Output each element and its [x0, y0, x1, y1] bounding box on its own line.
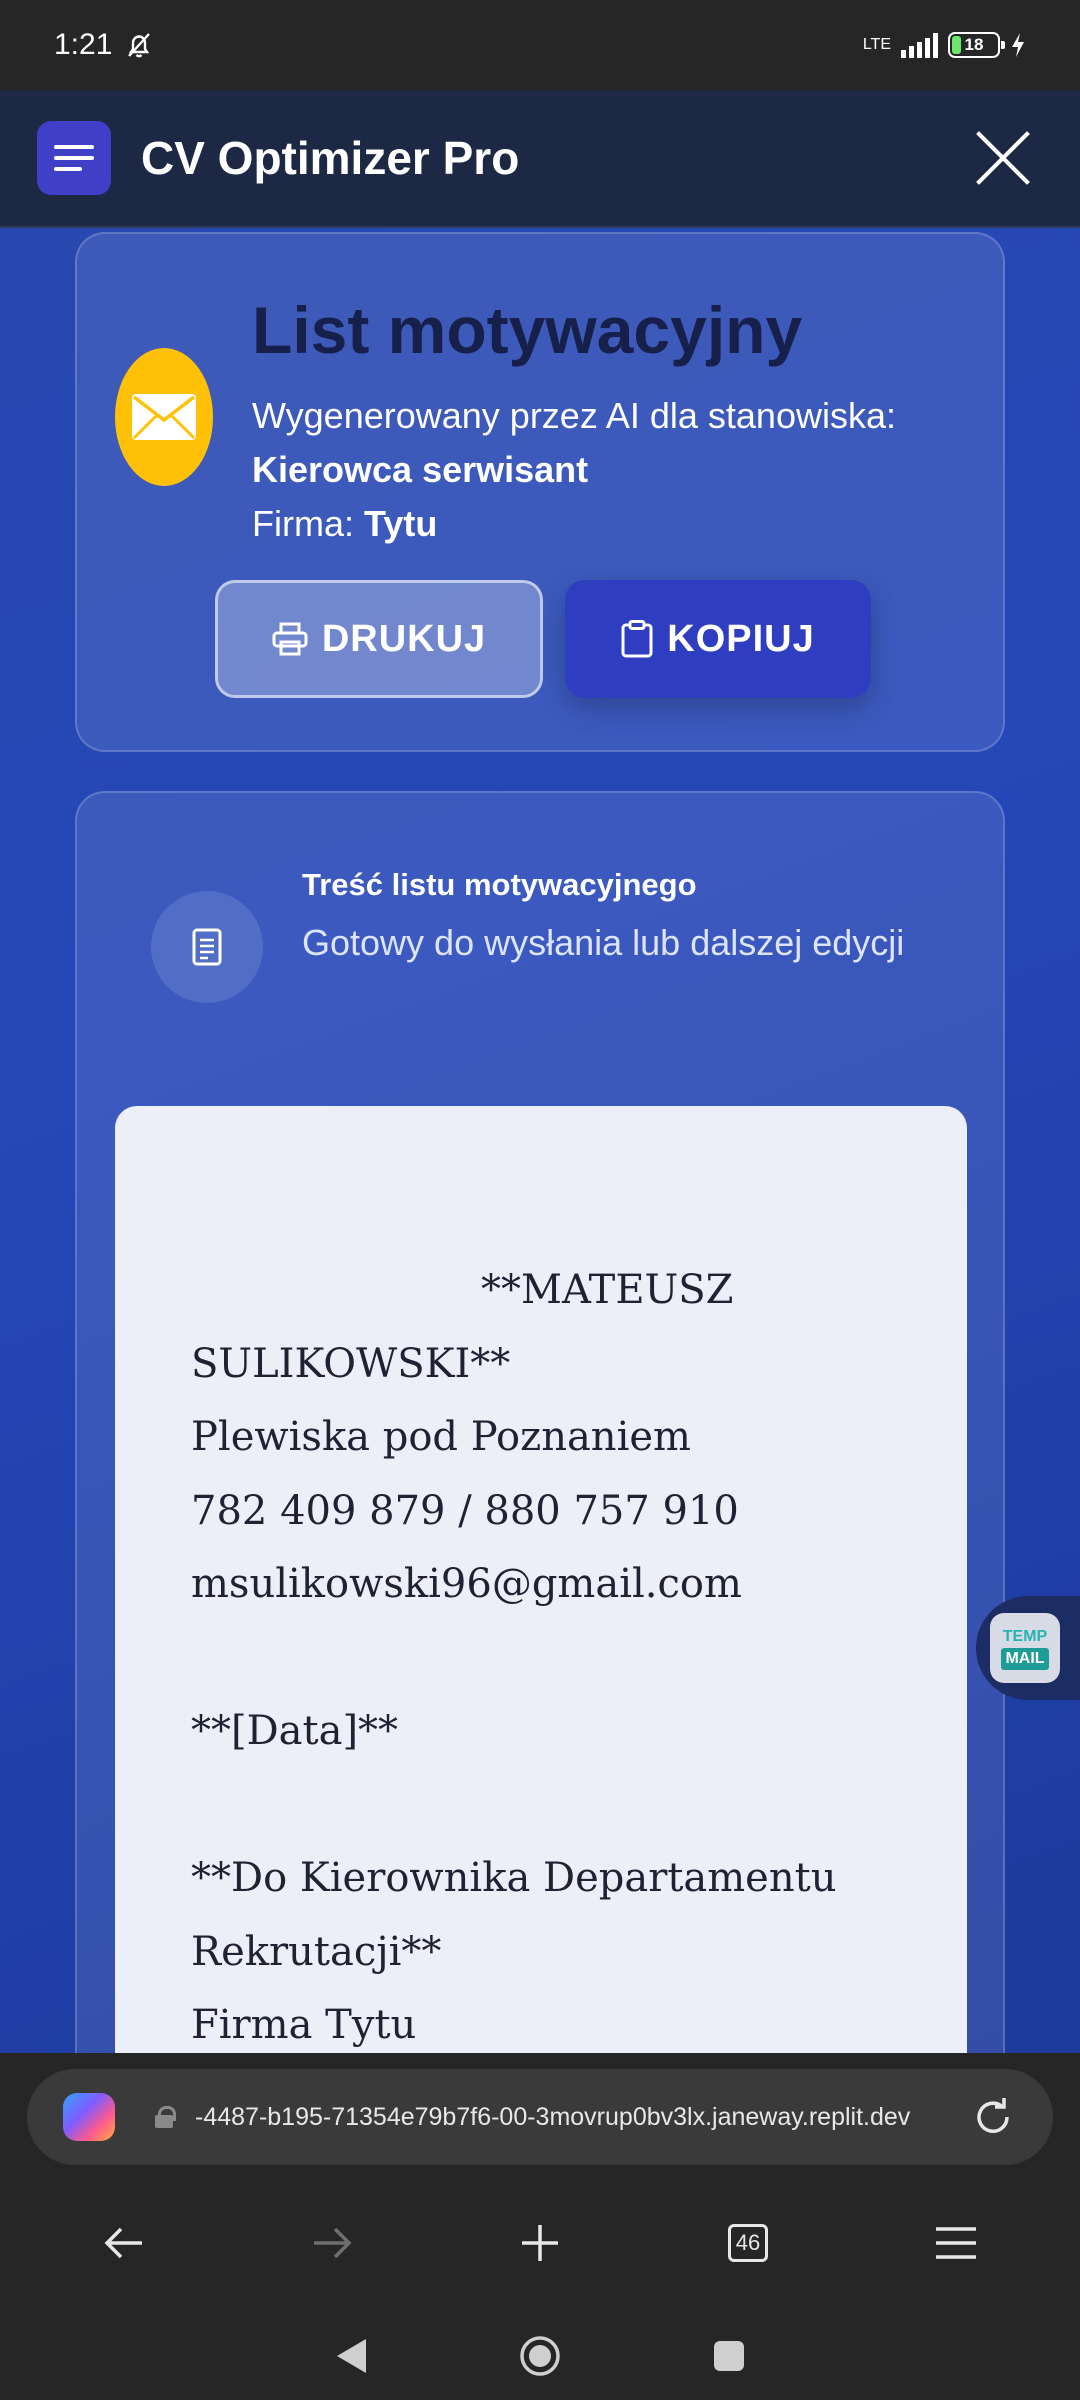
new-tab-button[interactable] — [495, 2223, 585, 2263]
browser-menu-button[interactable] — [911, 2226, 1001, 2260]
clipboard-icon — [621, 620, 653, 658]
letter-line: msulikowski96@gmail.com — [191, 1561, 742, 1607]
print-button[interactable]: DRUKUJ — [215, 580, 543, 698]
temp-mail-line1: TEMP — [1002, 1628, 1048, 1645]
arrow-right-icon — [314, 2227, 352, 2259]
bell-off-icon — [128, 33, 151, 58]
menu-icon — [54, 145, 94, 149]
system-recents-icon[interactable] — [712, 2339, 746, 2373]
battery-level: 18 — [964, 35, 984, 54]
generated-subtitle: Wygenerowany przez AI dla stanowiska: — [252, 395, 896, 436]
system-home-icon[interactable] — [518, 2334, 562, 2378]
browser-toolbar: -4487-b195-71354e79b7f6-00-3movrup0bv3lx… — [0, 2053, 1080, 2400]
address-bar[interactable]: -4487-b195-71354e79b7f6-00-3movrup0bv3lx… — [27, 2069, 1053, 2165]
copy-label: KOPIUJ — [667, 617, 815, 660]
network-label: LTE — [862, 36, 891, 53]
tab-count: 46 — [728, 2224, 768, 2262]
cover-letter-text[interactable]: **MATEUSZ SULIKOWSKI** Plewiska pod Pozn… — [115, 1106, 967, 2053]
system-navigation — [0, 2311, 1080, 2400]
cover-letter-header-card: List motywacyjny Wygenerowany przez AI d… — [75, 232, 1005, 752]
system-back-icon[interactable] — [334, 2337, 368, 2375]
plus-icon — [522, 2225, 558, 2261]
company-name: Tytu — [364, 503, 438, 544]
letter-line: SULIKOWSKI** — [191, 1340, 511, 1387]
print-label: DRUKUJ — [321, 617, 487, 660]
section-subtitle: Gotowy do wysłania lub dalszej edycji — [302, 922, 905, 963]
letter-blank-line — [191, 1769, 891, 1843]
signal-icon — [901, 32, 938, 58]
temp-mail-button[interactable]: TEMP MAIL — [976, 1596, 1080, 1700]
letter-line: **Do Kierownika Departamentu — [191, 1855, 837, 1901]
letter-blank-line — [191, 1622, 891, 1696]
forward-button[interactable] — [287, 2226, 377, 2260]
status-time: 1:21 — [54, 28, 113, 61]
letter-line: Rekrutacji** — [191, 1928, 442, 1975]
back-button[interactable] — [79, 2226, 169, 2260]
app-header: CV Optimizer Pro — [0, 90, 1080, 228]
status-right: LTE 18 — [863, 32, 1026, 58]
page-title: List motywacyjny — [252, 293, 803, 367]
main-content[interactable]: List motywacyjny Wygenerowany przez AI d… — [0, 228, 1080, 2053]
section-title: Treść listu motywacyjnego — [302, 867, 697, 902]
letter-content-card: Treść listu motywacyjnego Gotowy do wysł… — [75, 791, 1005, 2053]
lock-icon — [155, 2106, 176, 2128]
printer-icon — [272, 622, 308, 656]
letter-line: 782 409 879 / 880 757 910 — [191, 1487, 739, 1534]
letter-line: **[Data]** — [191, 1708, 399, 1754]
copy-button[interactable]: KOPIUJ — [565, 580, 871, 698]
browser-nav: 46 — [0, 2203, 1080, 2283]
arrow-left-icon — [104, 2227, 142, 2259]
copilot-icon[interactable] — [63, 2093, 115, 2141]
status-left: 1:21 — [54, 28, 154, 62]
url-text[interactable]: -4487-b195-71354e79b7f6-00-3movrup0bv3lx… — [195, 2103, 971, 2132]
close-button[interactable] — [973, 128, 1033, 188]
reload-icon[interactable] — [971, 2095, 1015, 2139]
letter-line: Firma Tytu — [191, 2002, 417, 2048]
job-position: Kierowca serwisant — [252, 449, 589, 490]
menu-icon-line — [54, 156, 94, 160]
generated-info: Wygenerowany przez AI dla stanowiska: Ki… — [252, 389, 896, 551]
envelope-icon — [115, 348, 213, 486]
company-label: Firma: — [252, 503, 354, 544]
charging-icon — [1012, 33, 1024, 57]
menu-button[interactable] — [37, 121, 111, 195]
letter-line: Plewiska pod Poznaniem — [191, 1414, 691, 1460]
menu-icon-line — [54, 167, 82, 171]
hamburger-icon — [936, 2227, 976, 2259]
status-bar: 1:21 LTE 18 — [0, 0, 1080, 90]
temp-mail-line2: MAIL — [1001, 1648, 1049, 1670]
tabs-button[interactable]: 46 — [703, 2224, 793, 2262]
document-icon — [151, 891, 263, 1003]
temp-mail-icon: TEMP MAIL — [990, 1613, 1060, 1683]
letter-line: **MATEUSZ — [481, 1267, 734, 1313]
app-title: CV Optimizer Pro — [141, 132, 520, 184]
battery-icon: 18 — [948, 32, 1005, 58]
